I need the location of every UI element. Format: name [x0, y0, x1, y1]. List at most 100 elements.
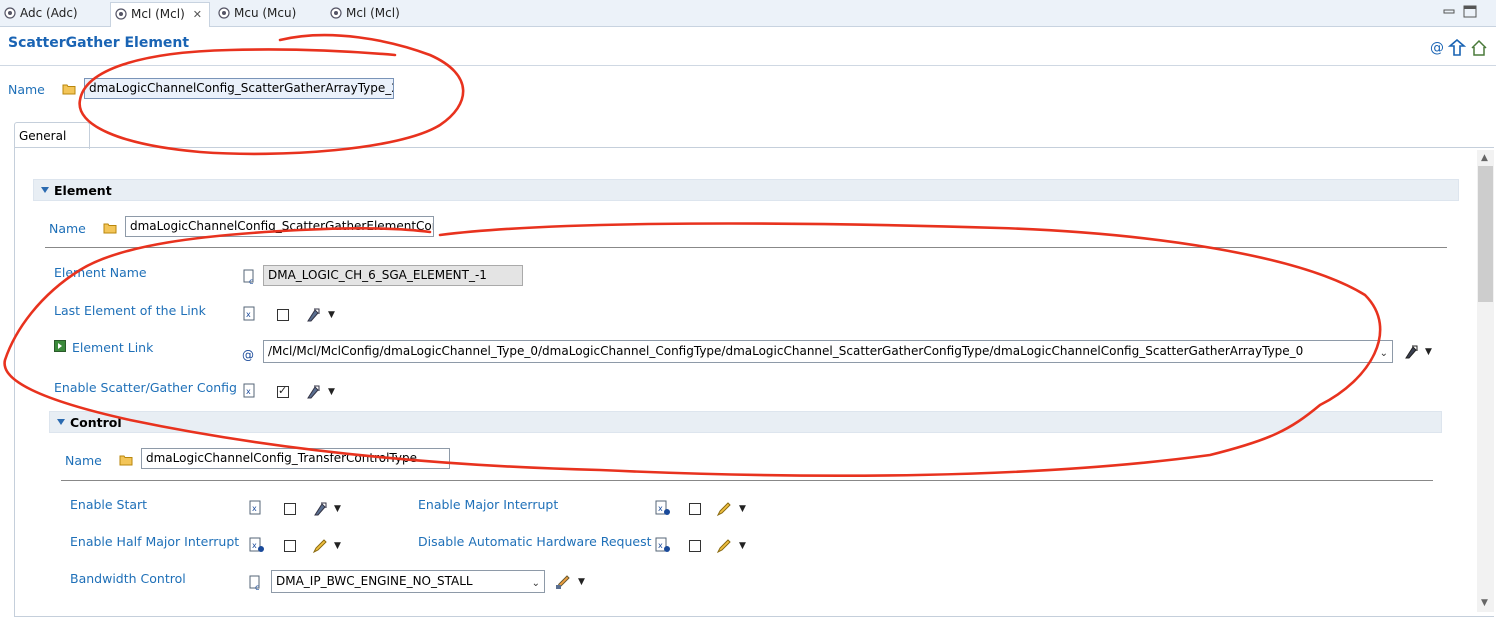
close-icon[interactable]: ✕	[193, 8, 202, 21]
module-icon	[330, 7, 342, 19]
xpath-icon: x	[243, 306, 255, 321]
home-icon[interactable]	[1471, 39, 1487, 56]
element-link-combo[interactable]: /Mcl/Mcl/MclConfig/dmaLogicChannel_Type_…	[263, 340, 1393, 363]
chevron-down-icon[interactable]: ▼	[334, 541, 341, 551]
scroll-up-icon[interactable]: ▲	[1481, 153, 1488, 163]
xpath-icon: x	[243, 383, 255, 398]
control-name-label: Name	[65, 453, 102, 468]
link-toggle-icon[interactable]	[54, 340, 66, 352]
module-icon	[4, 7, 16, 19]
last-element-checkbox[interactable]	[277, 309, 289, 321]
calc-mode-icon[interactable]	[305, 307, 321, 323]
pencil-icon[interactable]	[312, 538, 328, 554]
tab-label: Mcl (Mcl)	[131, 7, 185, 21]
section-element[interactable]: Element	[33, 179, 1459, 201]
enable-sg-label: Enable Scatter/Gather Config	[54, 380, 237, 395]
tab-mcu[interactable]: Mcu (Mcu)	[214, 2, 322, 24]
scroll-down-icon[interactable]: ▼	[1481, 598, 1488, 608]
svg-text:x: x	[246, 387, 251, 396]
header-toolbar: @	[1430, 39, 1487, 56]
chevron-down-icon[interactable]: ▼	[739, 504, 746, 514]
window-controls	[1443, 5, 1477, 18]
name-label: Name	[8, 82, 45, 97]
pencil-icon[interactable]	[716, 538, 732, 554]
tab-adc[interactable]: Adc (Adc)	[0, 2, 108, 24]
minimize-icon[interactable]	[1443, 9, 1455, 14]
folder-icon	[62, 84, 76, 95]
folder-icon	[103, 223, 117, 234]
reference-at-icon[interactable]: @	[1430, 40, 1444, 56]
svg-text:@: @	[1430, 40, 1444, 56]
reference-at-icon: @	[242, 348, 254, 362]
editor-tab-bar: Adc (Adc) Mcl (Mcl) ✕ Mcu (Mcu) Mcl (Mcl)	[0, 0, 1496, 27]
svg-text:x: x	[658, 504, 663, 513]
enable-major-interrupt-checkbox[interactable]	[689, 503, 701, 515]
xpath-icon: x	[249, 500, 261, 515]
svg-text:x: x	[252, 504, 257, 513]
calc-mode-icon[interactable]	[305, 384, 321, 400]
chevron-down-icon[interactable]: ▼	[578, 577, 585, 587]
section-title: Control	[70, 415, 122, 430]
chevron-down-icon[interactable]: ▼	[334, 504, 341, 514]
xpath-default-icon: x	[655, 537, 670, 552]
divider	[45, 247, 1447, 248]
element-name-field[interactable]: dmaLogicChannelConfig_ScatterGatherEleme…	[125, 216, 434, 237]
tab-mcl-2[interactable]: Mcl (Mcl)	[326, 2, 434, 24]
chevron-down-icon[interactable]: ▼	[328, 310, 335, 320]
tab-label: Adc (Adc)	[20, 6, 78, 20]
up-arrow-icon[interactable]	[1447, 39, 1467, 56]
pencil-icon[interactable]	[716, 501, 732, 517]
tab-general-label: General	[19, 129, 67, 143]
element-link-value: /Mcl/Mcl/MclConfig/dmaLogicChannel_Type_…	[268, 344, 1304, 358]
tab-label: Mcl (Mcl)	[346, 6, 400, 20]
tab-general[interactable]: General	[14, 122, 90, 149]
calc-icon: c	[243, 269, 254, 285]
svg-text:x: x	[246, 310, 251, 319]
chevron-down-icon[interactable]: ▼	[1425, 347, 1432, 357]
page-title: ScatterGather Element	[8, 35, 190, 51]
maximize-icon[interactable]	[1463, 5, 1477, 18]
bandwidth-value: DMA_IP_BWC_ENGINE_NO_STALL	[276, 574, 473, 588]
module-icon	[218, 7, 230, 19]
element-name-label-top: Name	[49, 221, 86, 236]
bandwidth-label: Bandwidth Control	[70, 571, 186, 586]
disable-auto-hw-req-checkbox[interactable]	[689, 540, 701, 552]
name-field[interactable]: dmaLogicChannelConfig_ScatterGatherArray…	[84, 78, 394, 99]
divider	[61, 480, 1433, 481]
enable-sg-checkbox[interactable]	[277, 384, 289, 398]
calc-mode-icon[interactable]	[312, 501, 328, 517]
tab-mcl-active[interactable]: Mcl (Mcl) ✕	[110, 2, 210, 27]
chevron-down-icon[interactable]: ▼	[328, 387, 335, 397]
calc-icon: c	[249, 575, 260, 591]
enable-start-checkbox[interactable]	[284, 503, 296, 515]
section-title: Element	[54, 183, 112, 198]
chevron-down-icon	[41, 187, 49, 193]
folder-icon	[119, 455, 133, 466]
svg-text:c: c	[249, 277, 253, 285]
svg-text:c: c	[255, 583, 259, 591]
control-name-field[interactable]: dmaLogicChannelConfig_TransferControlTyp…	[141, 448, 450, 469]
header-divider	[0, 65, 1496, 66]
pencil-calc-icon[interactable]	[555, 574, 571, 590]
enable-start-label: Enable Start	[70, 497, 148, 512]
chevron-down-icon[interactable]: ⌄	[532, 573, 540, 592]
svg-text:x: x	[658, 541, 663, 550]
enable-half-major-label: Enable Half Major Interrupt	[70, 534, 240, 549]
enable-half-major-checkbox[interactable]	[284, 540, 296, 552]
tab-label: Mcu (Mcu)	[234, 6, 297, 20]
element-link-label: Element Link	[72, 340, 154, 355]
chevron-down-icon	[57, 419, 65, 425]
xpath-default-icon: x	[655, 500, 670, 515]
svg-text:x: x	[252, 541, 257, 550]
bandwidth-combo[interactable]: DMA_IP_BWC_ENGINE_NO_STALL ⌄	[271, 570, 545, 593]
svg-text:@: @	[242, 348, 254, 362]
scrollbar-thumb[interactable]	[1478, 166, 1493, 302]
module-icon	[115, 8, 127, 20]
chevron-down-icon[interactable]: ⌄	[1380, 343, 1388, 362]
last-element-label: Last Element of the Link	[54, 303, 206, 318]
enable-major-interrupt-label: Enable Major Interrupt	[418, 497, 559, 512]
element-name-label: Element Name	[54, 265, 147, 280]
section-control[interactable]: Control	[49, 411, 1442, 433]
calc-mode-icon[interactable]	[1403, 344, 1419, 360]
chevron-down-icon[interactable]: ▼	[739, 541, 746, 551]
